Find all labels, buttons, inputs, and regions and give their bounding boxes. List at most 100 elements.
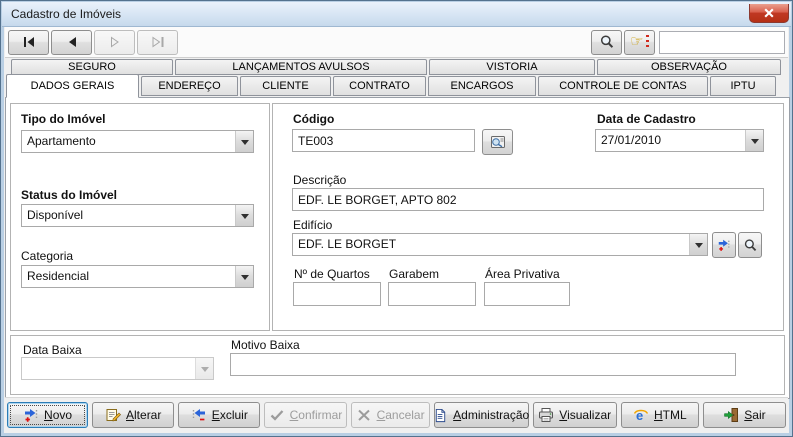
descricao-label: Descrição xyxy=(293,173,346,187)
administracao-button[interactable]: Administração xyxy=(434,402,529,428)
tab-label: IPTU xyxy=(730,80,755,92)
edificio-label: Edifício xyxy=(293,218,332,232)
codigo-lookup-button[interactable] xyxy=(482,129,513,155)
search-icon xyxy=(599,34,615,50)
edificio-combo[interactable]: EDF. LE BORGET xyxy=(292,233,708,256)
tab-observacao[interactable]: OBSERVAÇÃO xyxy=(597,59,781,75)
print-preview-icon xyxy=(538,407,554,423)
nav-first-button[interactable] xyxy=(8,30,49,55)
tab-dados-gerais[interactable]: DADOS GERAIS xyxy=(6,74,139,98)
quartos-label: Nº de Quartos xyxy=(294,267,370,281)
edificio-search-icon xyxy=(743,238,758,253)
tipo-imovel-combo[interactable]: Apartamento xyxy=(21,130,254,153)
titlebar[interactable]: Cadastro de Imóveis xyxy=(2,2,791,27)
categoria-value: Residencial xyxy=(22,266,235,287)
html-label: HTML xyxy=(654,408,687,422)
data-baixa-label: Data Baixa xyxy=(23,343,82,357)
administracao-label: Administração xyxy=(453,408,529,422)
status-imovel-value: Disponível xyxy=(22,205,235,226)
motivo-baixa-label: Motivo Baixa xyxy=(231,338,300,352)
search-button[interactable] xyxy=(591,30,622,55)
tab-label: CONTRATO xyxy=(349,80,410,92)
visualizar-button[interactable]: Visualizar xyxy=(533,402,617,428)
admin-doc-icon xyxy=(433,408,448,423)
tipo-imovel-value: Apartamento xyxy=(22,131,235,152)
tipo-imovel-label: Tipo do Imóvel xyxy=(21,112,105,126)
descricao-input[interactable] xyxy=(292,188,764,211)
tab-cliente[interactable]: CLIENTE xyxy=(240,76,331,96)
tab-endereco[interactable]: ENDEREÇO xyxy=(141,76,238,96)
tab-label: ENCARGOS xyxy=(451,80,514,92)
edificio-value: EDF. LE BORGET xyxy=(293,234,689,255)
tab-label: CLIENTE xyxy=(262,80,308,92)
action-button-bar: Novo Alterar Excluir Confirmar Cancelar xyxy=(5,397,788,432)
close-button[interactable] xyxy=(749,4,789,23)
tab-label: ENDEREÇO xyxy=(158,80,220,92)
tab-strip: SEGURO LANÇAMENTOS AVULSOS VISTORIA OBSE… xyxy=(5,59,788,97)
quartos-input[interactable] xyxy=(293,282,381,306)
chevron-down-icon[interactable] xyxy=(235,131,253,152)
categoria-combo[interactable]: Residencial xyxy=(21,265,254,288)
status-imovel-combo[interactable]: Disponível xyxy=(21,204,254,227)
data-cadastro-combo[interactable]: 27/01/2010 xyxy=(595,129,764,152)
html-button[interactable]: e HTML xyxy=(621,402,699,428)
nav-last-icon xyxy=(150,34,166,50)
tab-label: SEGURO xyxy=(68,61,116,73)
chevron-down-icon[interactable] xyxy=(235,205,253,226)
confirm-icon xyxy=(269,407,285,423)
group-identificacao: Código Data de Cadastro 27/01/2010 Descr… xyxy=(272,103,784,331)
tab-controle-de-contas[interactable]: CONTROLE DE CONTAS xyxy=(538,76,708,96)
tab-vistoria[interactable]: VISTORIA xyxy=(429,59,595,75)
goto-record-button[interactable]: ☞ xyxy=(624,30,655,55)
nav-last-button[interactable] xyxy=(137,30,178,55)
data-cadastro-label: Data de Cadastro xyxy=(597,112,696,126)
excluir-label: Excluir xyxy=(212,408,248,422)
edificio-add-button[interactable] xyxy=(712,232,736,258)
garagem-input[interactable] xyxy=(388,282,476,306)
html-icon: e xyxy=(633,407,649,423)
alterar-button[interactable]: Alterar xyxy=(92,402,174,428)
codigo-input[interactable] xyxy=(292,129,475,152)
data-baixa-value xyxy=(22,358,195,379)
area-privativa-input[interactable] xyxy=(484,282,570,306)
tab-label: VISTORIA xyxy=(486,61,537,73)
alterar-label: Alterar xyxy=(126,408,161,422)
visualizar-label: Visualizar xyxy=(559,408,611,422)
edificio-search-button[interactable] xyxy=(738,232,762,258)
tab-contrato[interactable]: CONTRATO xyxy=(333,76,426,96)
group-classificacao: Tipo do Imóvel Apartamento Status do Imó… xyxy=(10,103,270,331)
nav-previous-button[interactable] xyxy=(51,30,92,55)
cancelar-button[interactable]: Cancelar xyxy=(351,402,430,428)
chevron-down-icon[interactable] xyxy=(745,130,763,151)
record-navigation-toolbar: ☞ xyxy=(5,27,788,58)
cancel-icon xyxy=(356,407,372,423)
data-baixa-combo[interactable] xyxy=(21,357,214,380)
sair-label: Sair xyxy=(744,408,765,422)
search-input[interactable] xyxy=(659,31,785,54)
garagem-label: Garabem xyxy=(389,267,439,281)
novo-button[interactable]: Novo xyxy=(7,402,88,428)
motivo-baixa-input[interactable] xyxy=(230,353,736,376)
tab-row-primary: DADOS GERAIS ENDEREÇO CLIENTE CONTRATO E… xyxy=(5,76,788,97)
chevron-down-icon[interactable] xyxy=(689,234,707,255)
nav-first-icon xyxy=(21,34,37,50)
group-baixa: Data Baixa Motivo Baixa xyxy=(10,335,785,395)
window-cadastro-imoveis: Cadastro de Imóveis xyxy=(0,0,793,437)
confirmar-button[interactable]: Confirmar xyxy=(264,402,346,428)
nav-next-button[interactable] xyxy=(94,30,135,55)
chevron-down-icon[interactable] xyxy=(235,266,253,287)
tab-iptu[interactable]: IPTU xyxy=(710,76,776,96)
edificio-add-icon xyxy=(717,238,731,252)
tab-seguro[interactable]: SEGURO xyxy=(11,59,173,75)
delete-record-icon xyxy=(191,407,207,423)
edit-record-icon xyxy=(105,407,121,423)
tab-content-dados-gerais: Tipo do Imóvel Apartamento Status do Imó… xyxy=(5,97,790,399)
novo-label: Novo xyxy=(44,408,72,422)
tab-lancamentos-avulsos[interactable]: LANÇAMENTOS AVULSOS xyxy=(175,59,427,75)
sair-button[interactable]: Sair xyxy=(703,402,786,428)
tab-encargos[interactable]: ENCARGOS xyxy=(428,76,536,96)
confirmar-label: Confirmar xyxy=(290,408,343,422)
close-icon xyxy=(764,8,774,18)
excluir-button[interactable]: Excluir xyxy=(178,402,260,428)
tab-label: LANÇAMENTOS AVULSOS xyxy=(232,61,369,73)
